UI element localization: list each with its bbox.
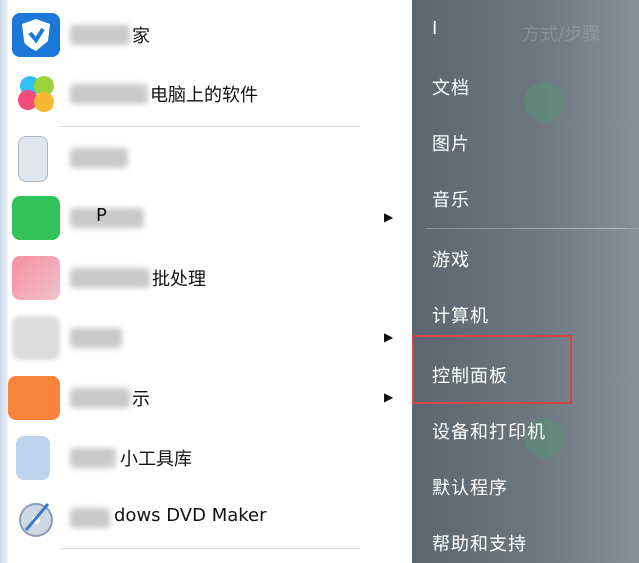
blurred-text: [70, 84, 148, 104]
program-item-7[interactable]: 示 ▶: [8, 368, 412, 428]
highlight-box: [412, 335, 572, 404]
blurred-text: [70, 328, 122, 348]
blurred-text: [70, 388, 130, 408]
program-item-dvd-maker[interactable]: dows DVD Maker: [8, 488, 412, 548]
separator: [60, 126, 360, 127]
menu-item-pictures[interactable]: 图片: [432, 130, 470, 156]
program-item-3[interactable]: [8, 128, 412, 188]
separator: [426, 228, 626, 229]
program-item-security[interactable]: 家: [8, 5, 412, 65]
gadget-monitor-icon: [16, 436, 50, 480]
menu-item-devices-printers[interactable]: 设备和打印机: [432, 418, 546, 444]
program-label: dows DVD Maker: [114, 505, 267, 526]
program-label: 电脑上的软件: [150, 85, 258, 106]
blurred-text: [70, 268, 150, 288]
start-menu-programs-pane: 家 电脑上的软件 P ▶ 批处理 ▶ 示 ▶ 小工具库 dows DVD Mak…: [0, 0, 412, 563]
dvd-maker-icon: [12, 496, 60, 540]
submenu-arrow-icon[interactable]: ▶: [384, 210, 393, 224]
orange-app-icon: [8, 376, 60, 420]
program-item-gadgets[interactable]: 小工具库: [8, 428, 412, 488]
blurred-app-icon: [12, 316, 60, 360]
image-app-icon: [12, 256, 60, 300]
program-label: 示: [132, 389, 150, 410]
menu-item-help-support[interactable]: 帮助和支持: [432, 530, 527, 556]
background-window-text: 方式/步骤: [522, 24, 601, 45]
program-label: 批处理: [152, 269, 206, 290]
menu-item-games[interactable]: 游戏: [432, 246, 470, 272]
document-app-icon: [18, 136, 48, 182]
menu-item-computer[interactable]: 计算机: [432, 302, 489, 328]
background-circle: [524, 82, 564, 122]
user-name[interactable]: I: [432, 18, 438, 39]
blurred-text: [70, 25, 130, 45]
menu-item-music[interactable]: 音乐: [432, 186, 470, 212]
program-label: 小工具库: [120, 449, 192, 470]
left-border: [0, 0, 8, 563]
menu-item-documents[interactable]: 文档: [432, 74, 470, 100]
submenu-arrow-icon[interactable]: ▶: [384, 330, 393, 344]
blurred-text: [70, 148, 128, 168]
colorful-flower-icon: [12, 72, 60, 116]
submenu-arrow-icon[interactable]: ▶: [384, 390, 393, 404]
blurred-text: [70, 508, 110, 528]
green-app-icon: [12, 196, 60, 240]
program-item-4[interactable]: P ▶: [8, 188, 412, 248]
program-label: P: [96, 205, 107, 226]
blurred-text: [70, 448, 116, 468]
program-item-5[interactable]: 批处理: [8, 248, 412, 308]
program-label: 家: [132, 26, 150, 47]
separator: [60, 548, 360, 549]
program-item-6[interactable]: ▶: [8, 308, 412, 368]
blurred-text: [70, 208, 144, 228]
program-item-software[interactable]: 电脑上的软件: [8, 64, 412, 124]
shield-app-icon: [12, 13, 60, 57]
start-menu-places-pane: 方式/步骤 I 文档 图片 音乐 游戏 计算机 控制面板 设备和打印机 默认程序…: [412, 0, 639, 563]
menu-item-default-programs[interactable]: 默认程序: [432, 474, 508, 500]
